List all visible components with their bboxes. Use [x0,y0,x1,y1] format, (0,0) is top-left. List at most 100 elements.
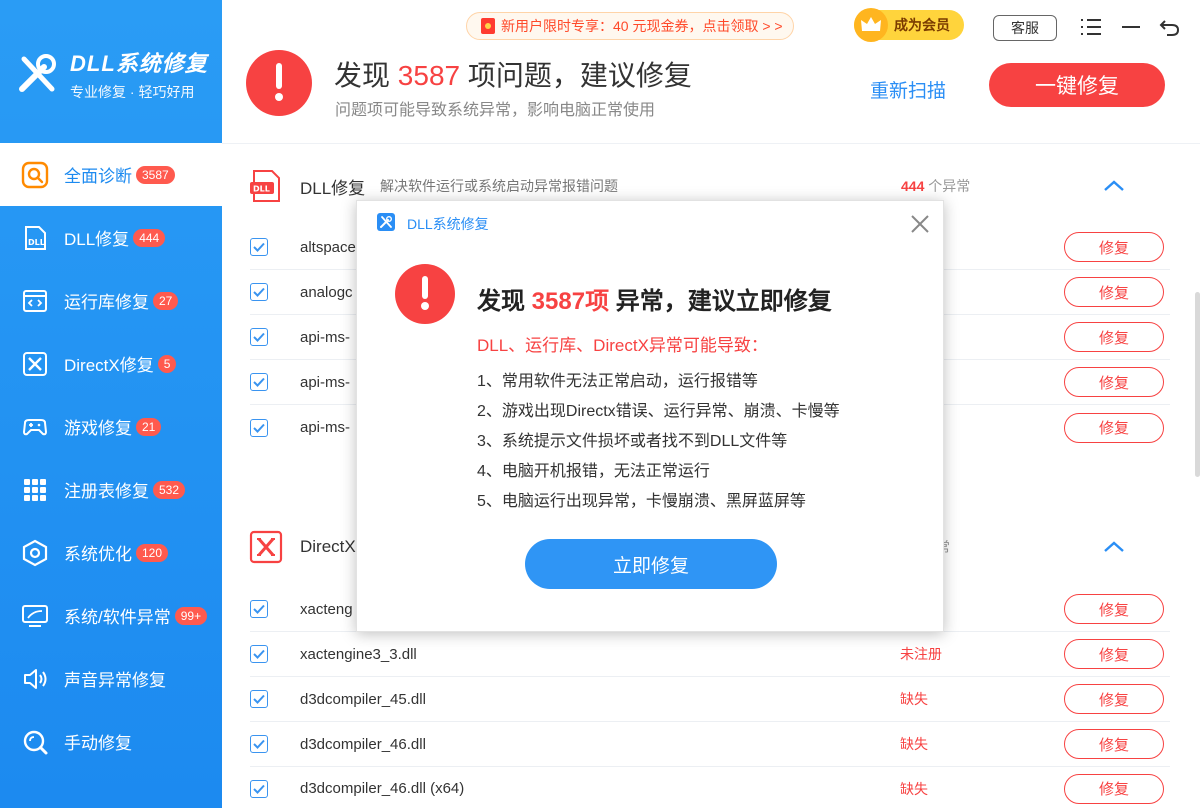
dialog-heading: 发现 3587项 异常，建议立即修复 [477,281,832,316]
sidebar-item-dll-repair[interactable]: DLL DLL修复 444 [0,206,222,269]
section-count: 444 个异常 [901,176,970,196]
sidebar-item-label: 游戏修复 [64,419,132,438]
back-icon[interactable] [1157,14,1183,40]
wrench-screwdriver-icon [19,54,56,92]
repair-button[interactable]: 修复 [1064,594,1164,624]
heading-suffix: 异常，建议立即修复 [615,288,832,315]
hexagon-icon [20,538,50,568]
customer-service-button[interactable]: 客服 [993,15,1057,41]
status-text: 未注册 [900,646,942,662]
repair-dialog: DLL系统修复 发现 3587项 异常，建议立即修复 DLL、运行库、Direc… [356,200,944,632]
sidebar-item-registry-repair[interactable]: 注册表修复 532 [0,458,222,521]
gamepad-icon [20,412,50,442]
sidebar-item-manual-repair[interactable]: 手动修复 [0,710,222,773]
close-icon[interactable] [909,213,931,235]
sidebar-item-label: 运行库修复 [64,293,149,312]
promo-text: 新用户限时专享：40 元现金券，点击领取 > > [501,18,783,34]
table-row: d3dcompiler_46.dll 缺失 修复 [250,722,1170,767]
speaker-icon [20,664,50,694]
chevron-up-icon[interactable] [1102,537,1126,557]
status-text: 缺失 [900,736,928,752]
app-slogan: 专业修复 · 轻巧好用 [70,84,195,100]
sidebar: DLL系统修复 专业修复 · 轻巧好用 全面诊断 3587 DLL DLL修复 … [0,0,222,808]
rescan-link[interactable]: 重新扫描 [870,76,946,103]
repair-button[interactable]: 修复 [1064,773,1164,804]
checkbox[interactable] [250,735,268,753]
header: 新用户限时专享：40 元现金券，点击领取 > > 成为会员 客服 发现 3587… [222,0,1200,143]
page-title: 发现 3587 项问题，建议修复 [334,54,692,94]
checkbox[interactable] [250,373,268,391]
checkbox[interactable] [250,238,268,256]
list-item: 3、系统提示文件损坏或者找不到DLL文件等 [477,433,788,450]
menu-icon[interactable] [1078,14,1104,40]
alert-icon [246,50,312,116]
repair-button[interactable]: 修复 [1064,729,1164,759]
sidebar-item-full-diagnosis[interactable]: 全面诊断 3587 [0,143,222,206]
checkbox[interactable] [250,418,268,437]
grid-icon [20,475,50,505]
chevron-up-icon[interactable] [1102,176,1126,196]
checkbox[interactable] [250,283,268,301]
checkbox[interactable] [250,690,268,708]
sidebar-item-label: DirectX修复 [64,356,154,375]
repair-button[interactable]: 修复 [1064,367,1164,397]
count-badge: 99+ [174,606,208,625]
checkbox[interactable] [250,328,268,346]
checkbox[interactable] [250,779,268,798]
status-text: 缺失 [900,691,928,707]
dialog-warning: DLL、运行库、DirectX异常可能导致： [477,336,768,355]
repair-button[interactable]: 修复 [1064,322,1164,352]
sidebar-item-software-exception[interactable]: 系统/软件异常 99+ [0,584,222,647]
sidebar-item-game-repair[interactable]: 游戏修复 21 [0,395,222,458]
sidebar-item-label: 系统优化 [64,545,132,564]
directx-icon [249,530,283,564]
app-name: DLL系统修复 [70,51,208,76]
runtime-icon [20,286,50,316]
list-item: 2、游戏出现Directx错误、运行异常、崩溃、卡慢等 [477,403,840,420]
vip-button[interactable]: 成为会员 [854,8,964,42]
red-packet-icon [481,18,495,34]
alert-icon [395,264,455,324]
list-item: 1、常用软件无法正常启动，运行报错等 [477,373,758,390]
sidebar-item-sound-repair[interactable]: 声音异常修复 [0,647,222,710]
count-badge: 21 [136,417,162,436]
checkbox[interactable] [250,600,268,618]
section-title: DirectX [300,537,356,556]
file-name: xacteng [300,600,353,618]
app-logo-icon [377,213,395,231]
sidebar-item-runtime-repair[interactable]: 运行库修复 27 [0,269,222,332]
fix-now-button[interactable]: 立即修复 [525,539,777,589]
section-title: DLL修复 [300,178,366,198]
sidebar-item-label: DLL修复 [64,230,130,249]
dll-file-icon: DLL [250,170,280,202]
table-row: d3dcompiler_46.dll (x64) 缺失 修复 [250,766,1170,808]
scrollbar[interactable] [1195,292,1200,477]
repair-button[interactable]: 修复 [1064,639,1164,669]
repair-button[interactable]: 修复 [1064,412,1164,443]
file-name: analogc [300,283,353,301]
file-name: d3dcompiler_45.dll [300,690,426,708]
minimize-icon[interactable] [1118,14,1144,40]
sidebar-item-directx-repair[interactable]: DirectX修复 5 [0,332,222,395]
checkbox[interactable] [250,645,268,663]
file-name: api-ms- [300,419,351,436]
count-badge: 444 [133,228,166,247]
section-count-number: 444 [901,178,925,194]
repair-button[interactable]: 修复 [1064,684,1164,714]
status-text: 缺失 [900,780,928,797]
sidebar-item-system-optimize[interactable]: 系统优化 120 [0,521,222,584]
sidebar-item-label: 全面诊断 [64,167,132,186]
sidebar-item-label: 声音异常修复 [64,671,166,690]
repair-button[interactable]: 修复 [1064,232,1164,262]
table-row: d3dcompiler_45.dll 缺失 修复 [250,677,1170,722]
heading-prefix: 发现 [477,288,525,315]
svg-text:DLL: DLL [28,238,45,247]
list-item: 4、电脑开机报错，无法正常运行 [477,463,710,480]
repair-button[interactable]: 修复 [1064,277,1164,307]
one-click-fix-button[interactable]: 一键修复 [989,63,1165,107]
section-desc: 解决软件运行或系统启动异常报错问题 [380,178,618,194]
manual-search-icon [20,727,50,757]
count-badge: 27 [153,291,179,310]
sidebar-nav: 全面诊断 3587 DLL DLL修复 444 运行库修复 27 DirectX… [0,143,222,773]
promo-banner[interactable]: 新用户限时专享：40 元现金券，点击领取 > > [466,12,794,40]
